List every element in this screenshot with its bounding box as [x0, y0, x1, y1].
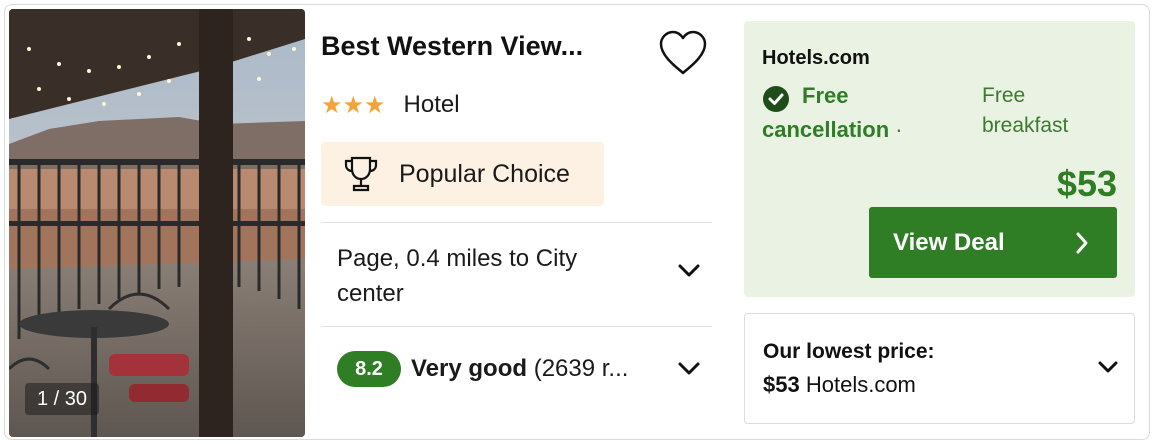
- photo-counter: 1 / 30: [25, 383, 100, 415]
- hotel-location[interactable]: Page, 0.4 miles to City center: [337, 241, 637, 311]
- lowest-price-provider: Hotels.com: [805, 372, 916, 397]
- rating-chevron-down-icon[interactable]: [677, 361, 701, 382]
- hotel-type: Hotel: [403, 91, 460, 118]
- divider: [321, 326, 712, 327]
- free-breakfast: Free breakfast: [982, 84, 1069, 137]
- lowest-price-box[interactable]: Our lowest price: $53 Hotels.com: [744, 313, 1135, 424]
- rating-text: Very good (2639 r...: [411, 355, 665, 383]
- popular-choice-badge: Popular Choice: [321, 142, 604, 206]
- lowest-price-amount: $53: [763, 372, 800, 397]
- amenity-separator: ·: [895, 117, 903, 142]
- hotel-photo-image: [9, 9, 305, 437]
- free-cancellation-label: Free cancellation: [762, 83, 890, 142]
- hotel-photo[interactable]: 1 / 30: [9, 9, 305, 437]
- view-deal-label: View Deal: [893, 228, 1005, 256]
- hotel-class-row: ★★★ Hotel: [321, 91, 460, 119]
- lowest-price-chevron-down-icon[interactable]: [1097, 360, 1119, 379]
- rating-row[interactable]: 8.2 Very good (2639 r...: [337, 351, 665, 387]
- hotel-name[interactable]: Best Western View...: [321, 31, 583, 62]
- rating-label: Very good: [411, 355, 528, 382]
- free-cancellation: Free cancellation ·: [762, 79, 962, 147]
- popular-choice-label: Popular Choice: [399, 159, 570, 188]
- heart-icon[interactable]: [657, 29, 709, 82]
- lowest-price-label: Our lowest price:: [763, 340, 935, 363]
- rating-score-badge: 8.2: [337, 351, 401, 387]
- deal-price: $53: [1056, 163, 1117, 204]
- deal-box[interactable]: Hotels.com Free cancellation · Free brea…: [744, 21, 1135, 297]
- view-deal-button[interactable]: View Deal: [869, 207, 1117, 278]
- lowest-price-value: $53 Hotels.com: [763, 372, 916, 398]
- divider: [321, 222, 712, 223]
- location-chevron-down-icon[interactable]: [677, 263, 701, 284]
- trophy-icon: [344, 156, 378, 192]
- review-count: (2639 r...: [533, 355, 629, 382]
- star-rating-icons: ★★★: [321, 91, 386, 119]
- deal-provider: Hotels.com: [762, 47, 870, 69]
- chevron-right-icon: [1076, 232, 1088, 254]
- hotel-card[interactable]: 1 / 30 Best Western View... ★★★ Hotel Po…: [4, 4, 1150, 440]
